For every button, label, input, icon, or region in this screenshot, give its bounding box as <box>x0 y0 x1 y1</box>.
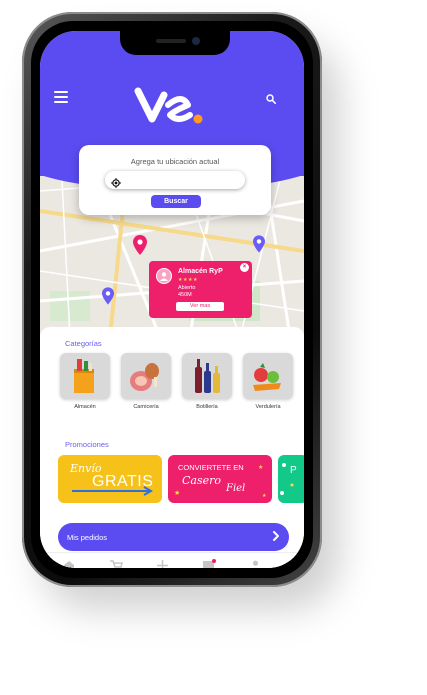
promo-partial[interactable]: P <box>278 455 304 503</box>
category-label: Botillería <box>196 404 218 410</box>
profile-icon[interactable] <box>250 558 261 568</box>
my-orders-button[interactable]: Mis pedidos <box>58 523 289 551</box>
svg-text:★: ★ <box>174 489 180 497</box>
map-pin-icon[interactable] <box>102 287 114 310</box>
arrow-icon <box>72 486 154 496</box>
front-camera <box>192 37 200 45</box>
home-content: Categorías Almacén Carnicería Botillería… <box>40 327 304 568</box>
bottom-tab-bar <box>40 552 304 568</box>
category-almacen[interactable]: Almacén <box>60 353 110 410</box>
home-icon[interactable] <box>63 558 75 568</box>
see-more-button[interactable]: Ver mas <box>176 302 224 311</box>
map-pin-icon[interactable] <box>253 235 265 258</box>
store-distance: 450M <box>178 292 192 298</box>
map-pin-store-icon[interactable] <box>133 235 147 260</box>
app-screen: Agrega tu ubicación actual Buscar Almacé… <box>40 31 304 568</box>
menu-icon[interactable] <box>54 91 68 103</box>
confetti-icon: P <box>280 463 297 495</box>
store-rating: ★★★★ <box>178 277 198 283</box>
location-card-title: Agrega tu ubicación actual <box>130 157 220 166</box>
close-icon[interactable]: × <box>240 263 249 272</box>
stars-decoration-icon: ★ ★ ★ <box>174 464 267 499</box>
my-orders-label: Mis pedidos <box>67 533 108 542</box>
category-botilleria[interactable]: Botillería <box>182 353 232 410</box>
meat-icon <box>121 353 171 399</box>
store-status: Abierto <box>178 285 196 291</box>
grocery-bag-icon <box>60 353 110 399</box>
phone-notch <box>120 31 230 55</box>
category-carniceria[interactable]: Carnicería <box>121 353 171 410</box>
vegetables-icon <box>243 353 293 399</box>
chat-icon[interactable] <box>203 558 217 568</box>
search-location-button[interactable]: Buscar <box>151 195 201 208</box>
add-icon[interactable] <box>157 558 168 568</box>
location-target-icon[interactable] <box>111 175 121 193</box>
chevron-right-icon <box>272 531 280 543</box>
category-label: Almacén <box>74 404 96 410</box>
phone-frame: Agrega tu ubicación actual Buscar Almacé… <box>22 12 322 587</box>
location-card: Agrega tu ubicación actual Buscar <box>79 145 271 215</box>
store-avatar <box>156 268 172 284</box>
bottles-icon <box>182 353 232 399</box>
promo-casero-fiel[interactable]: CONVIERTETE EN Casero Fiel ★ ★ ★ <box>168 455 272 503</box>
store-popup[interactable]: Almacén RyP ★★★★ Abierto 450M Ver mas × <box>149 261 252 318</box>
promotions-title: Promociones <box>65 440 109 449</box>
store-name: Almacén RyP <box>178 268 223 275</box>
categories-title: Categorías <box>65 339 102 348</box>
speaker <box>156 39 186 43</box>
search-icon[interactable] <box>266 91 276 109</box>
cart-icon[interactable] <box>110 558 123 568</box>
svg-text:★: ★ <box>258 464 263 471</box>
location-input[interactable] <box>105 171 245 189</box>
category-verduleria[interactable]: Verdulería <box>243 353 293 410</box>
category-label: Carnicería <box>133 404 159 410</box>
category-label: Verdulería <box>255 404 281 410</box>
svg-text:★: ★ <box>262 493 267 499</box>
app-logo <box>134 85 206 132</box>
svg-text:P: P <box>290 465 297 476</box>
promo-envio-gratis[interactable]: Envío GRATIS <box>58 455 162 503</box>
